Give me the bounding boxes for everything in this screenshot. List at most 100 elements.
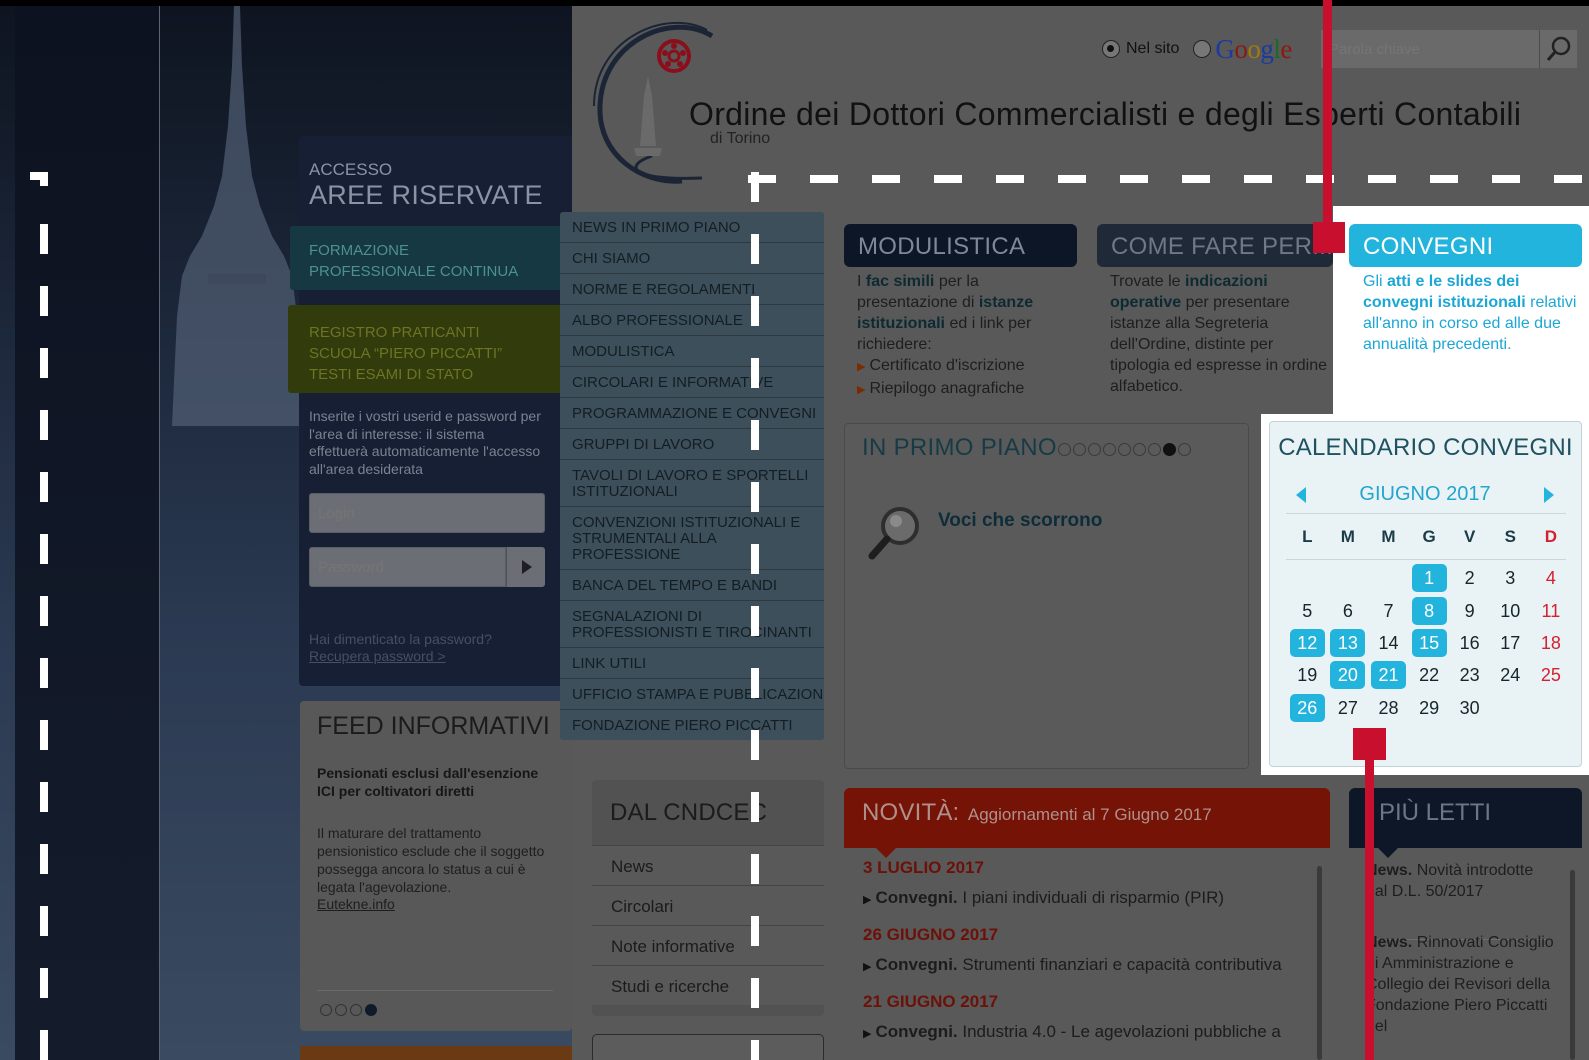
novita-date: 21 GIUGNO 2017 [863,992,999,1011]
calendar-event-day[interactable]: 26 [1287,692,1328,724]
cndcec-link-note[interactable]: Note informative [592,925,824,965]
cndcec-link-studi[interactable]: Studi e ricerche [592,965,824,1005]
slider-dot[interactable] [365,1004,377,1016]
slider-dot[interactable] [1058,443,1071,456]
novita-scrollbar[interactable] [1317,866,1322,1060]
slider-dot[interactable] [320,1004,332,1016]
menu-item-banca[interactable]: BANCA DEL TEMPO E BANDI [560,570,824,601]
calendar-weekday: S [1504,527,1516,546]
calendar-day-number: 9 [1464,600,1475,621]
slider-dot[interactable] [350,1004,362,1016]
mole-antonelliana-silhouette [172,6,302,426]
piu-letti-notch [1378,848,1398,858]
search-scope: Nel sito Google [1102,28,1292,70]
reserved-area-title: AREE RISERVATE [309,180,543,210]
feed-source-link[interactable]: Eutekne.info [317,896,395,912]
slider-dot[interactable] [1103,443,1116,456]
slider-dot[interactable] [1133,443,1146,456]
menu-item-albo[interactable]: ALBO PROFESSIONALE [560,305,824,336]
menu-item-gruppi[interactable]: GRUPPI DI LAVORO [560,429,824,460]
menu-item-programmazione[interactable]: PROGRAMMAZIONE E CONVEGNI [560,398,824,429]
triangle-bullet-icon: ▶ [863,961,872,973]
triangle-bullet-icon: ▶ [863,1028,872,1040]
radio-site-label: Nel sito [1126,40,1180,57]
come-fare-card-title[interactable]: COME FARE PER... [1097,224,1333,267]
menu-item-segnalazioni[interactable]: SEGNALAZIONI DI PROFESSIONISTI E TIROCIN… [560,601,824,648]
certificato-link[interactable]: ▶ Certificato d'iscrizione [857,355,1077,378]
calendar-day-number: 12 [1289,628,1325,657]
calendar-day-number: 11 [1541,600,1561,621]
calendar-day-number: 29 [1419,697,1440,718]
slider-dot[interactable] [335,1004,347,1016]
feed-title: FEED INFORMATIVI [317,712,550,740]
calendar-day-number: 2 [1464,568,1475,589]
novita-entry[interactable]: ▶ Convegni. I piani individuali di rispar… [863,888,1313,908]
menu-item-news[interactable]: NEWS IN PRIMO PIANO [560,212,824,243]
slider-dot[interactable] [1178,443,1191,456]
calendar-event-day[interactable]: 1 [1409,562,1450,594]
calendar-day-number: 4 [1545,568,1556,589]
convegni-card-title[interactable]: CONVEGNI [1349,224,1582,267]
calendar-event-day[interactable]: 12 [1287,627,1328,659]
novita-label: NOVITÀ: [862,799,960,826]
menu-item-modulistica[interactable]: MODULISTICA [560,336,824,367]
slider-dot[interactable] [1163,443,1176,456]
riepilogo-link[interactable]: ▶ Riepilogo anagrafiche [857,378,1077,401]
calendar-prev-arrow-icon[interactable] [1296,487,1306,503]
calendar-title: CALENDARIO CONVEGNI [1278,434,1573,461]
radio-google[interactable] [1193,40,1212,58]
search-button[interactable] [1539,30,1577,68]
piu-letti-item[interactable]: News. Rinnovati Consiglio di Amministraz… [1366,932,1556,1037]
radio-site[interactable] [1102,40,1120,58]
calendar-divider [1286,513,1566,514]
orange-panel-edge [300,1046,572,1060]
atti-slides-link[interactable]: atti e le slides dei convegni istituzion… [1363,273,1526,311]
slider-dot[interactable] [1148,443,1161,456]
calendar-weekday: L [1302,527,1313,546]
calendar-event-day[interactable]: 13 [1328,627,1369,659]
piu-letti-item[interactable]: News. Novità introdotte dal D.L. 50/2017 [1366,860,1556,902]
calendar-day: 18 [1531,627,1572,659]
calendar-day: 25 [1531,659,1572,691]
cndcec-link-circolari[interactable]: Circolari [592,885,824,925]
primo-piano-panel [844,423,1249,769]
novita-entry[interactable]: ▶ Convegni. Industria 4.0 - Le agevolazio… [863,1022,1313,1042]
slider-dot[interactable] [1073,443,1086,456]
feed-headline[interactable]: Pensionati esclusi dall'esenzione ICI pe… [317,764,557,800]
menu-item-link-utili[interactable]: LINK UTILI [560,648,824,679]
login-submit-button[interactable] [506,547,545,587]
calendar-next-arrow-icon[interactable] [1544,487,1554,503]
calendar-event-day[interactable]: 21 [1368,659,1409,691]
recover-password-link[interactable]: Recupera password > [309,648,446,664]
login-field[interactable] [309,493,545,533]
registro-tab-label[interactable]: REGISTRO PRATICANTI SCUOLA “PIERO PICCAT… [309,322,502,385]
fac-simili-link[interactable]: fac simili [866,273,934,290]
primo-piano-item[interactable]: Voci che scorrono [938,510,1102,532]
pointer-line-bottom [1365,760,1374,1060]
calendar-day-number: 10 [1500,600,1521,621]
next-panel-partial [592,1034,824,1060]
calendar-day-number: 13 [1330,628,1366,657]
menu-item-tavoli[interactable]: TAVOLI DI LAVORO E SPORTELLI ISTITUZIONA… [560,460,824,507]
menu-item-circolari[interactable]: CIRCOLARI E INFORMATIVE [560,367,824,398]
search-input[interactable] [1321,30,1539,68]
password-field[interactable] [309,547,506,587]
calendar-day: 22 [1409,659,1450,691]
calendar-event-day[interactable]: 15 [1409,627,1450,659]
modulistica-card-title[interactable]: MODULISTICA [844,224,1077,267]
menu-item-norme[interactable]: NORME E REGOLAMENTI [560,274,824,305]
cndcec-link-news[interactable]: News [592,845,824,885]
menu-item-ufficio-stampa[interactable]: UFFICIO STAMPA E PUBBLICAZIONI [560,679,824,710]
piu-letti-scrollbar[interactable] [1570,870,1575,1060]
menu-item-fondazione[interactable]: FONDAZIONE PIERO PICCATTI [560,710,824,740]
calendar-event-day[interactable]: 8 [1409,594,1450,626]
calendar-day: 5 [1287,594,1328,626]
slider-dot[interactable] [1118,443,1131,456]
formazione-tab-label[interactable]: FORMAZIONE PROFESSIONALE CONTINUA [309,240,518,282]
menu-item-convenzioni[interactable]: CONVENZIONI ISTITUZIONALI E STRUMENTALI … [560,507,824,570]
menu-item-chi-siamo[interactable]: CHI SIAMO [560,243,824,274]
calendar-event-day[interactable]: 20 [1328,659,1369,691]
calendar-day-number: 7 [1383,600,1394,621]
slider-dot[interactable] [1088,443,1101,456]
novita-entry[interactable]: ▶ Convegni. Strumenti finanziari e capaci… [863,955,1313,975]
